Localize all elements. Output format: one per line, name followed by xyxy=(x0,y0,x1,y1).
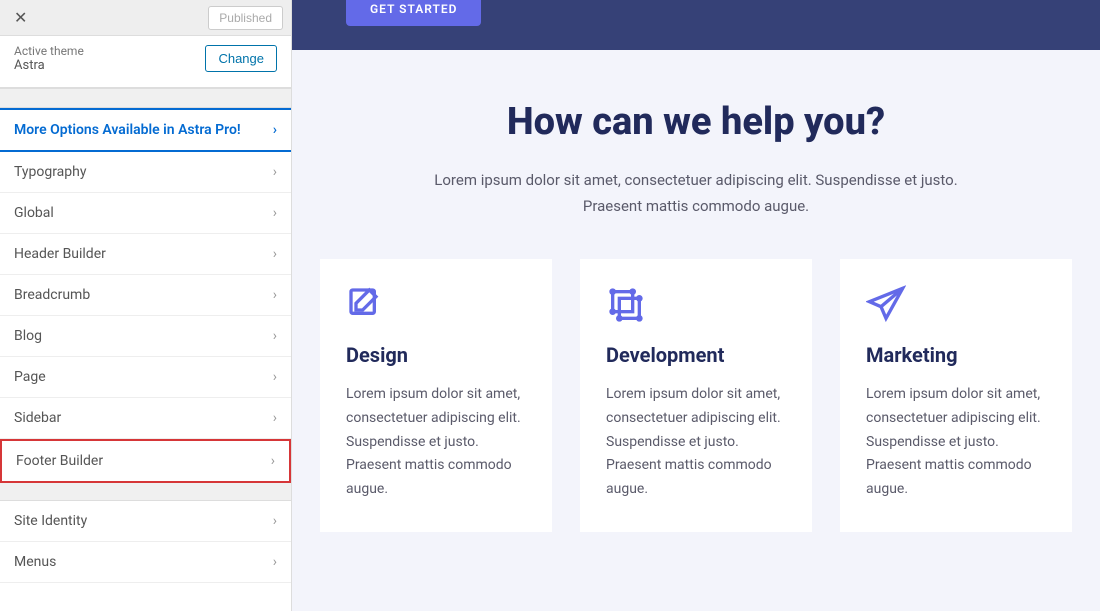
menu-label: Breadcrumb xyxy=(14,287,90,303)
menu-blog[interactable]: Blog › xyxy=(0,316,291,357)
preview-pane: GET STARTED How can we help you? Lorem i… xyxy=(292,0,1100,611)
change-theme-button[interactable]: Change xyxy=(205,45,277,72)
menu-label: Site Identity xyxy=(14,513,87,529)
chevron-right-icon: › xyxy=(273,287,277,303)
hero-title: How can we help you? xyxy=(352,100,1040,144)
menu-label: Blog xyxy=(14,328,42,344)
chevron-right-icon: › xyxy=(273,122,277,138)
customizer-sidebar: ✕ Published Active theme Astra Change Mo… xyxy=(0,0,292,611)
menu-label: Menus xyxy=(14,554,56,570)
card-title: Development xyxy=(606,343,786,367)
hero-content: How can we help you? Lorem ipsum dolor s… xyxy=(292,50,1100,259)
chevron-right-icon: › xyxy=(273,554,277,570)
chevron-right-icon: › xyxy=(273,513,277,529)
card-marketing: Marketing Lorem ipsum dolor sit amet, co… xyxy=(840,259,1072,532)
get-started-button[interactable]: GET STARTED xyxy=(346,0,481,26)
menu-menus[interactable]: Menus › xyxy=(0,542,291,583)
card-design: Design Lorem ipsum dolor sit amet, conse… xyxy=(320,259,552,532)
hero-background: GET STARTED xyxy=(292,0,1100,50)
card-development: Development Lorem ipsum dolor sit amet, … xyxy=(580,259,812,532)
chevron-right-icon: › xyxy=(273,369,277,385)
paper-plane-icon xyxy=(866,285,906,325)
menu-page[interactable]: Page › xyxy=(0,357,291,398)
close-icon[interactable]: ✕ xyxy=(8,4,33,31)
chevron-right-icon: › xyxy=(271,453,275,469)
active-theme-label: Active theme xyxy=(14,44,205,58)
card-title: Design xyxy=(346,343,526,367)
customizer-topbar: ✕ Published xyxy=(0,0,291,36)
menu-footer-builder[interactable]: Footer Builder › xyxy=(0,439,291,483)
cards-row: Design Lorem ipsum dolor sit amet, conse… xyxy=(292,259,1100,532)
menu-typography[interactable]: Typography › xyxy=(0,152,291,193)
menu-label: Footer Builder xyxy=(16,453,103,469)
hero-subtitle: Lorem ipsum dolor sit amet, consectetuer… xyxy=(416,168,976,219)
card-text: Lorem ipsum dolor sit amet, consectetuer… xyxy=(866,383,1046,502)
card-title: Marketing xyxy=(866,343,1046,367)
active-theme-row: Active theme Astra Change xyxy=(0,36,291,88)
published-button[interactable]: Published xyxy=(208,6,283,30)
card-text: Lorem ipsum dolor sit amet, consectetuer… xyxy=(606,383,786,502)
chevron-right-icon: › xyxy=(273,328,277,344)
menu-label: Global xyxy=(14,205,54,221)
promo-label: More Options Available in Astra Pro! xyxy=(14,122,241,138)
pencil-icon xyxy=(346,285,386,325)
menu-sidebar[interactable]: Sidebar › xyxy=(0,398,291,439)
menu-label: Page xyxy=(14,369,46,385)
card-text: Lorem ipsum dolor sit amet, consectetuer… xyxy=(346,383,526,502)
menu-site-identity[interactable]: Site Identity › xyxy=(0,501,291,542)
menu-header-builder[interactable]: Header Builder › xyxy=(0,234,291,275)
chevron-right-icon: › xyxy=(273,410,277,426)
chevron-right-icon: › xyxy=(273,205,277,221)
chevron-right-icon: › xyxy=(273,246,277,262)
chevron-right-icon: › xyxy=(273,164,277,180)
layers-icon xyxy=(606,285,646,325)
menu-label: Header Builder xyxy=(14,246,106,262)
theme-name: Astra xyxy=(14,58,205,73)
astra-pro-promo[interactable]: More Options Available in Astra Pro! › xyxy=(0,108,291,152)
menu-label: Sidebar xyxy=(14,410,61,426)
menu-global[interactable]: Global › xyxy=(0,193,291,234)
menu-breadcrumb[interactable]: Breadcrumb › xyxy=(0,275,291,316)
menu-label: Typography xyxy=(14,164,86,180)
